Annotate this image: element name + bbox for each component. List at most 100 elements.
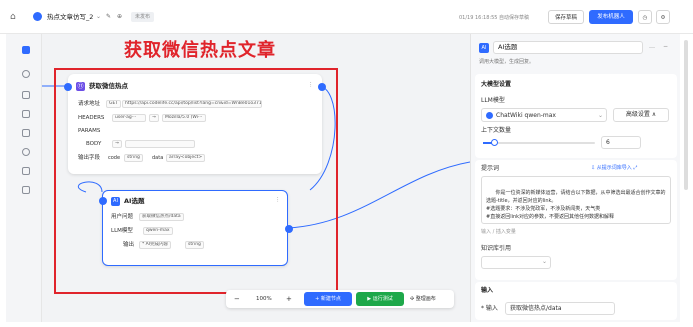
input-section: 输入 * 输入 获取微信热点/data: [475, 282, 677, 320]
ai-topic-node[interactable]: AI AI选题 ⋮ 用户问题 获取微信热点/data LLM模型 qwen-ma…: [99, 190, 293, 266]
robot-avatar: [33, 12, 42, 21]
comment-icon[interactable]: [22, 148, 30, 156]
ai-node-right-port[interactable]: [285, 225, 293, 233]
publish-button[interactable]: 发布机器人: [589, 10, 633, 24]
add-node-button[interactable]: + 新建节点: [304, 292, 352, 306]
annotation-title: 获取微信热点文章: [124, 40, 276, 61]
left-sidebar: [6, 34, 48, 322]
prompt-textarea[interactable]: 你是一位资深的新媒体运营，请结合以下数据，从中筛选出最适合创作文章的选题-tit…: [481, 176, 671, 224]
edit-icon[interactable]: ✎: [106, 11, 111, 23]
ai-output-value: * AI完成内容: [139, 241, 172, 249]
input-label: * 输入: [481, 305, 498, 312]
header-value: Mozilla/5.0 (Wi···: [162, 114, 206, 122]
prompt-label: 提示词: [481, 165, 500, 172]
context-value-input[interactable]: 6: [601, 136, 641, 149]
kb-select[interactable]: ⌄: [481, 256, 551, 269]
home-icon[interactable]: ⌂: [10, 11, 16, 23]
llm-select-value: ChatWiki qwen-max: [496, 112, 556, 119]
method-chip: GET: [106, 100, 122, 108]
zoom-level: 100%: [256, 296, 272, 302]
tidy-canvas-button[interactable]: ✣ 整理画布: [410, 295, 436, 303]
input-select[interactable]: 获取微信热点/data: [505, 302, 615, 315]
prompt-import-link[interactable]: ⇩ 从提示词库导入 ⤢: [591, 164, 637, 173]
node-title: 获取微信热点: [89, 82, 128, 90]
ai-node-icon: AI: [111, 197, 120, 206]
autosave-text: 01/19 16:18:55 自动保存草稿: [459, 15, 530, 21]
app-title[interactable]: 热点文章仿写_2: [47, 11, 93, 23]
params-label: PARAMS: [78, 128, 101, 134]
output-field-code: code: [108, 155, 121, 161]
input-select-value: 获取微信热点/data: [510, 305, 562, 312]
ai-model-value: qwen-max: [143, 227, 173, 235]
llm-chevron-icon: ⌄: [598, 112, 604, 119]
chatbot-icon[interactable]: [22, 46, 30, 54]
canvas-toolbar: − 100% + + 新建节点 ▶ 运行测试 ✣ 整理画布: [226, 290, 454, 308]
node-left-port[interactable]: [64, 83, 72, 91]
node-menu-icon[interactable]: ⋮: [308, 81, 314, 89]
context-slider-thumb[interactable]: [491, 139, 498, 146]
run-test-button[interactable]: ▶ 运行测试: [356, 292, 404, 306]
chevron-down-icon[interactable]: ⌄: [96, 11, 101, 23]
ai-node-left-port[interactable]: [99, 197, 107, 205]
panel-scrollbar[interactable]: [680, 34, 693, 322]
panel-subtitle: 调用大模型，生成回复。: [479, 59, 535, 65]
zoom-out-button[interactable]: −: [234, 295, 240, 303]
ai-input-value: 获取微信热点/data: [139, 213, 184, 221]
section-model-title: 大模型设置: [481, 81, 512, 88]
ai-output-label: 输出: [123, 242, 135, 248]
arrow-icon: →: [149, 114, 159, 122]
advanced-settings-label: 高级设置 ∧: [625, 111, 657, 118]
url-label: 请求地址: [78, 101, 101, 107]
ai-input-label: 用户问题: [111, 214, 134, 220]
node-icon: ⑪: [76, 82, 85, 91]
llm-logo-icon: [486, 112, 493, 119]
shield-icon[interactable]: [22, 167, 30, 175]
ai-node-title: AI选题: [124, 197, 145, 205]
panel-close-icon[interactable]: −: [663, 42, 668, 51]
headers-label: HEADERS: [78, 115, 105, 121]
body-label: BODY: [86, 141, 102, 147]
prompt-text: 你是一位资深的新媒体运营，请结合以下数据，从中筛选出最适合创作文章的选题-tit…: [486, 190, 666, 220]
model-section: 大模型设置 LLM模型 ChatWiki qwen-max ⌄ 高级设置 ∧ 上…: [475, 74, 677, 158]
panel-title-input[interactable]: AI选题: [493, 41, 643, 54]
document-icon[interactable]: [22, 110, 30, 118]
node-right-port[interactable]: [318, 83, 326, 91]
settings-icon[interactable]: ⚙: [656, 10, 670, 24]
output-type-string: string: [124, 154, 143, 162]
ai-output-type: string: [185, 241, 204, 249]
chat-bubble-icon[interactable]: [22, 70, 30, 78]
panel-more-icon[interactable]: …: [649, 42, 655, 51]
output-type-array: array<object>: [166, 154, 206, 162]
section-input-title: 输入: [481, 287, 494, 294]
ai-node-menu-icon[interactable]: ⋮: [275, 196, 281, 204]
node-config-panel: AI AI选题 … − 调用大模型，生成回复。 大模型设置 LLM模型 Chat…: [470, 34, 680, 322]
context-label: 上下文数量: [481, 127, 512, 134]
message-icon[interactable]: [22, 91, 30, 99]
output-label: 输出字段: [78, 155, 101, 161]
body-value: [125, 140, 195, 148]
workflow-canvas[interactable]: 获取微信热点文章 ⑪ 获取微信热点 ⋮ 请求地址 GET https://api…: [42, 34, 470, 322]
history-icon[interactable]: ◷: [638, 10, 652, 24]
body-arrow-icon: →: [112, 140, 122, 148]
fetch-wechat-node[interactable]: ⑪ 获取微信热点 ⋮ 请求地址 GET https://api.codelife…: [64, 74, 326, 174]
kb-label: 知识库引用: [481, 245, 512, 252]
header-key: user-ag···: [112, 114, 146, 122]
panel-badge: AI: [479, 43, 489, 53]
plus-circle-icon[interactable]: ⊕: [117, 11, 122, 23]
save-draft-button[interactable]: 保存草稿: [548, 10, 584, 24]
ai-model-label: LLM模型: [111, 228, 133, 234]
context-value: 6: [606, 139, 610, 146]
prompt-section: 提示词 ⇩ 从提示词库导入 ⤢ 你是一位资深的新媒体运营，请结合以下数据，从中筛…: [475, 160, 677, 280]
output-field-data: data: [152, 155, 164, 161]
list-icon[interactable]: [22, 186, 30, 194]
top-bar: ⌂ 热点文章仿写_2 ⌄ ✎ ⊕ 未发布 01/19 16:18:55 自动保存…: [0, 0, 693, 34]
zoom-in-button[interactable]: +: [286, 295, 292, 303]
panel-title: AI选题: [498, 43, 518, 51]
llm-label: LLM模型: [481, 97, 505, 104]
llm-select[interactable]: ChatWiki qwen-max ⌄: [481, 108, 607, 122]
advanced-settings-button[interactable]: 高级设置 ∧: [613, 108, 669, 122]
database-icon[interactable]: [22, 129, 30, 137]
url-value: https://api.codelife.cc/api/top/list?lan…: [122, 100, 262, 108]
context-slider[interactable]: [483, 139, 595, 146]
scrollbar-thumb[interactable]: [684, 40, 688, 190]
